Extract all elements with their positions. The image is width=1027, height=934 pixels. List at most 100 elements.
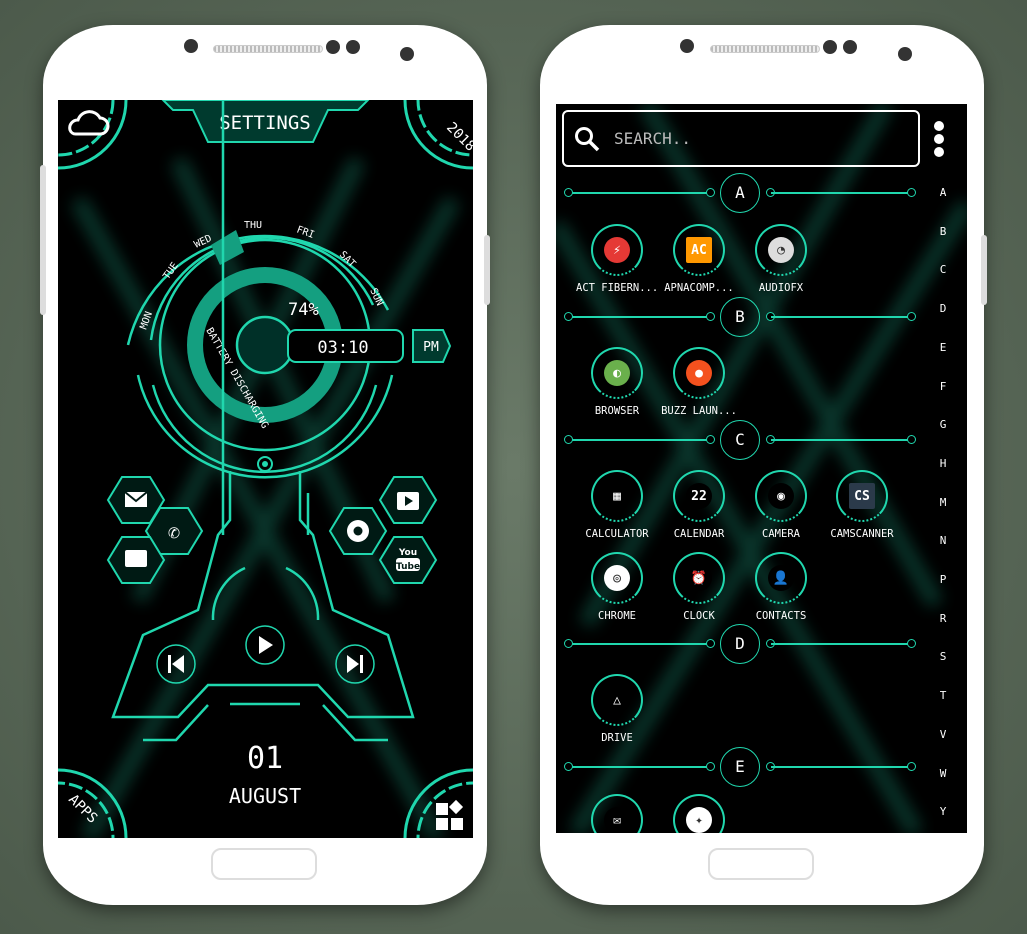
date-month: AUGUST	[229, 784, 301, 808]
app-label: ACT FIBERN...	[576, 282, 659, 294]
youtube-text: You	[398, 548, 417, 558]
app-label: CAMERA	[762, 528, 800, 540]
divider	[569, 316, 714, 318]
search-input[interactable]: SEARCH..	[562, 110, 920, 167]
index-letter-n[interactable]: N	[936, 534, 950, 547]
more-vert-icon[interactable]	[934, 121, 948, 157]
app-icon-ring: ◉	[755, 470, 807, 522]
widgets-icon[interactable]	[436, 799, 464, 830]
index-letter-v[interactable]: V	[936, 728, 950, 741]
divider-dot	[706, 312, 715, 321]
sensor	[823, 40, 837, 54]
section-header-d: D	[564, 624, 916, 664]
app-label: BUZZ LAUN...	[661, 405, 737, 417]
app-chrome[interactable]: ◎ CHROME	[576, 552, 658, 622]
app-label: CHROME	[598, 610, 636, 622]
app-calculator[interactable]: ▦ CALCULATOR	[576, 470, 658, 540]
index-letter-t[interactable]: T	[936, 689, 950, 702]
app-label: CONTACTS	[755, 610, 807, 622]
date-day: 01	[247, 741, 283, 776]
message-icon	[125, 550, 147, 567]
camscanner-icon: CS	[849, 483, 875, 509]
section-letter: B	[720, 297, 760, 337]
audiofx-icon: ◔	[768, 237, 794, 263]
front-camera	[184, 39, 198, 53]
app-calendar[interactable]: 22 CALENDAR	[658, 470, 740, 540]
app-icon-ring: CS	[836, 470, 888, 522]
app-label: APNACOMP...	[664, 282, 734, 294]
index-letter-c[interactable]: C	[936, 263, 950, 276]
play-button[interactable]	[245, 625, 285, 665]
index-letter-s[interactable]: S	[936, 650, 950, 663]
divider	[771, 316, 911, 318]
app-icon-ring: △	[591, 674, 643, 726]
speaker-grille	[710, 45, 820, 53]
index-letter-h[interactable]: H	[936, 457, 950, 470]
side-button[interactable]	[484, 235, 490, 305]
index-letter-p[interactable]: P	[936, 573, 950, 586]
app-drive[interactable]: △ DRIVE	[576, 674, 658, 744]
app-icon-ring: ◐	[591, 347, 643, 399]
sensor	[346, 40, 360, 54]
app-camscanner[interactable]: CS CAMSCANNER	[821, 470, 903, 540]
section-header-b: B	[564, 297, 916, 337]
app-label: CAMSCANNER	[830, 528, 894, 540]
app-label: BROWSER	[594, 405, 640, 417]
divider-dot	[564, 312, 573, 321]
app-icon-ring: AC	[673, 224, 725, 276]
speaker-grille	[213, 45, 323, 53]
index-letter-d[interactable]: D	[936, 302, 950, 315]
front-camera	[680, 39, 694, 53]
index-letter-g[interactable]: G	[936, 418, 950, 431]
app-contacts[interactable]: 👤 CONTACTS	[740, 552, 822, 622]
browser-icon: ◐	[604, 360, 630, 386]
app-buzz-launcher[interactable]: ● BUZZ LAUN...	[658, 347, 740, 417]
divider-dot	[907, 435, 916, 444]
section-header-a: A	[564, 173, 916, 213]
index-letter-m[interactable]: M	[936, 496, 950, 509]
app-apnacomp[interactable]: AC APNACOMP...	[658, 224, 740, 294]
calculator-icon: ▦	[604, 483, 630, 509]
app-camera[interactable]: ◉ CAMERA	[740, 470, 822, 540]
app-e-app[interactable]: ✦	[658, 794, 740, 833]
index-letter-r[interactable]: R	[936, 612, 950, 625]
sensor	[843, 40, 857, 54]
divider-dot	[564, 188, 573, 197]
app-act-fibernet[interactable]: ⚡ ACT FIBERN...	[576, 224, 658, 294]
play-icon	[259, 636, 273, 654]
index-letter-a[interactable]: A	[936, 186, 950, 199]
app-icon-ring: ▦	[591, 470, 643, 522]
side-button[interactable]	[40, 165, 46, 315]
home-button[interactable]	[211, 848, 317, 880]
side-button[interactable]	[981, 235, 987, 305]
app-icon-ring: ◎	[591, 552, 643, 604]
app-icon-ring: ●	[673, 347, 725, 399]
youtube-text: Tube	[396, 562, 420, 572]
chrome-icon: ◎	[604, 565, 630, 591]
app-browser[interactable]: ◐ BROWSER	[576, 347, 658, 417]
divider	[771, 766, 911, 768]
section-header-c: C	[564, 420, 916, 460]
index-letter-b[interactable]: B	[936, 225, 950, 238]
app-clock[interactable]: ⏰ CLOCK	[658, 552, 740, 622]
divider	[569, 439, 714, 441]
index-letter-y[interactable]: Y	[936, 805, 950, 818]
app-audiofx[interactable]: ◔ AUDIOFX	[740, 224, 822, 294]
phone-icon: ✆	[168, 520, 180, 544]
app-label: DRIVE	[601, 732, 633, 744]
index-letter-w[interactable]: W	[936, 767, 950, 780]
divider-dot	[564, 639, 573, 648]
index-letter-e[interactable]: E	[936, 341, 950, 354]
home-button[interactable]	[708, 848, 814, 880]
contacts-icon: 👤	[768, 565, 794, 591]
app-label: CLOCK	[683, 610, 715, 622]
index-letter-f[interactable]: F	[936, 380, 950, 393]
divider-dot	[907, 762, 916, 771]
sensor	[326, 40, 340, 54]
apnacomp-icon: AC	[686, 237, 712, 263]
app-email[interactable]: ✉	[576, 794, 658, 833]
divider-dot	[907, 312, 916, 321]
app-icon-ring: ⚡	[591, 224, 643, 276]
search-placeholder: SEARCH..	[614, 129, 692, 148]
settings-label[interactable]: SETTINGS	[219, 112, 311, 134]
